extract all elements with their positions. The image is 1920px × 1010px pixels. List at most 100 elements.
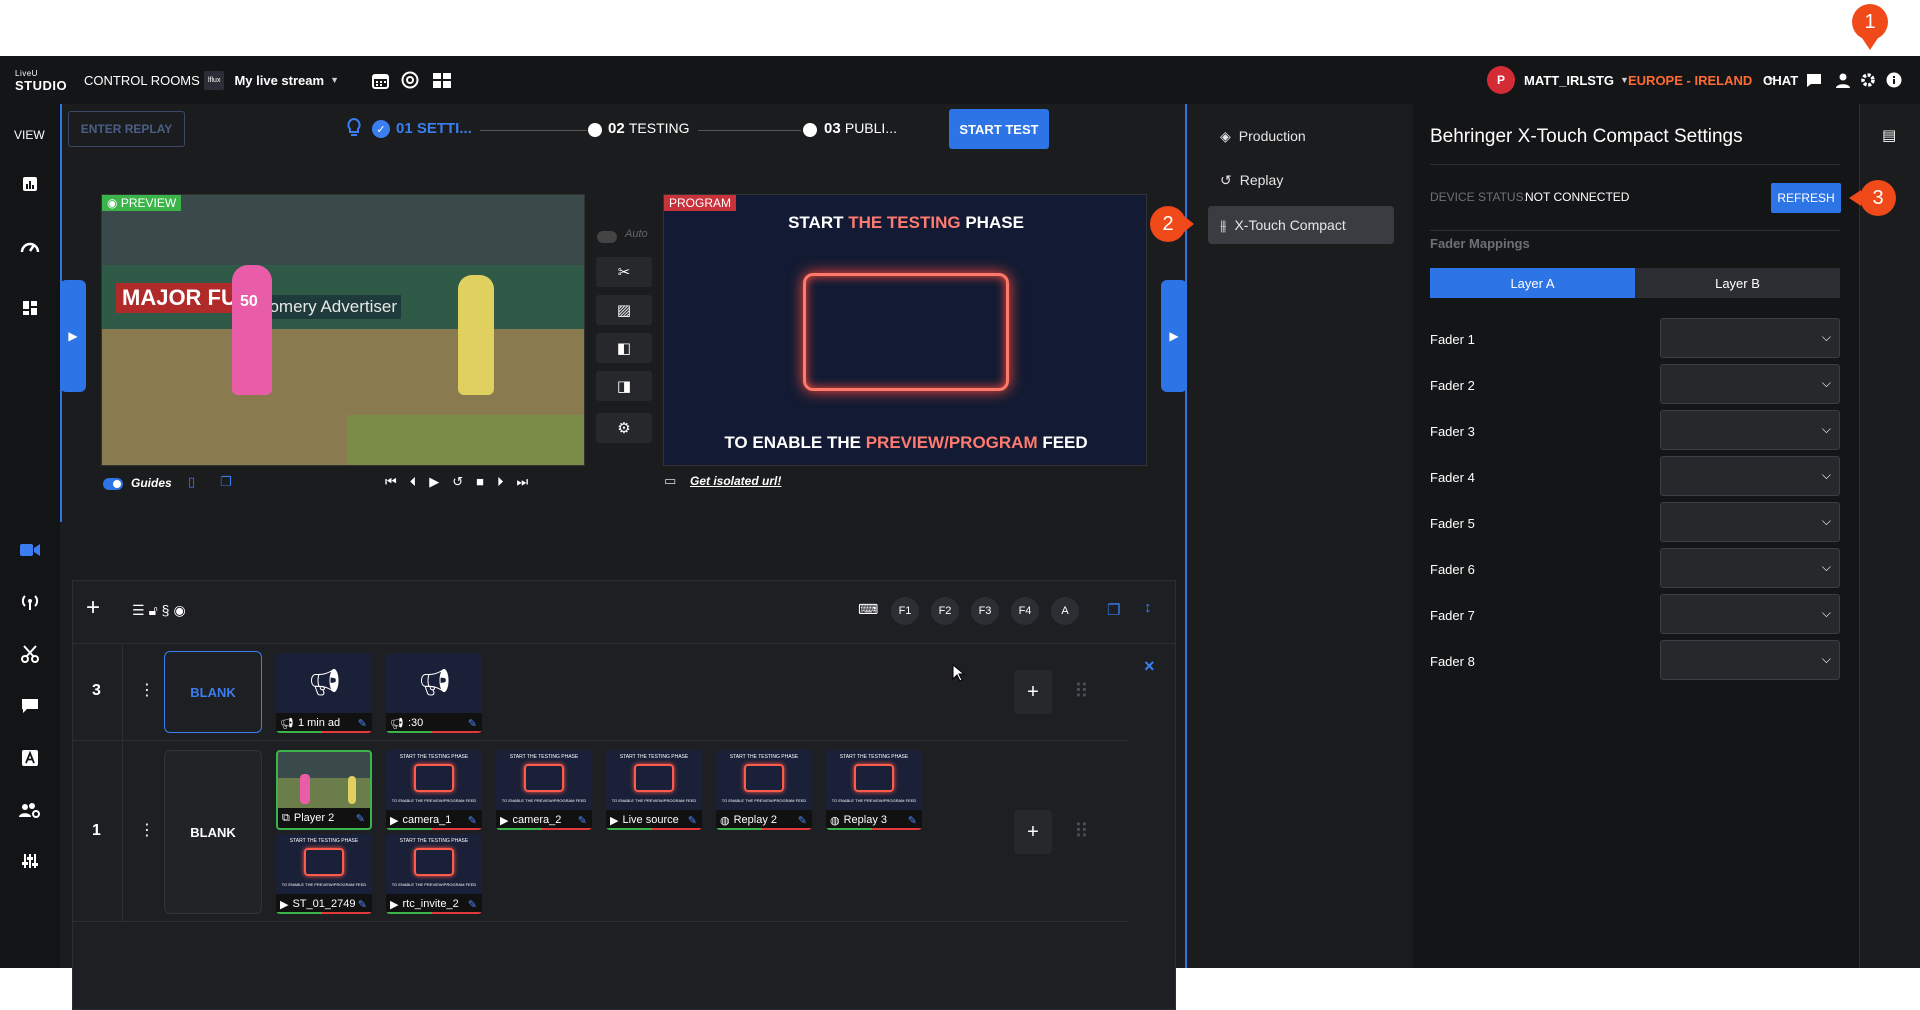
copy-icon[interactable]: ❐	[220, 474, 232, 490]
blank-tile[interactable]: BLANK	[164, 651, 262, 733]
nav-x-touch-compact[interactable]: ⫵ X-Touch Compact	[1208, 206, 1394, 244]
source-tile[interactable]: START THE TESTING PHASE TO ENABLE THE PRE…	[386, 750, 482, 830]
region-selector[interactable]: EUROPE - IRELAND ▼	[1628, 56, 1775, 104]
fkey-1[interactable]: F1	[891, 597, 919, 625]
fader-4-select[interactable]: ⌵	[1660, 456, 1840, 496]
edit-icon[interactable]: ✎	[798, 814, 807, 827]
edit-icon[interactable]: ✎	[468, 898, 477, 911]
drag-handle-icon[interactable]: ⠿	[1074, 679, 1089, 704]
fkey-2[interactable]: F2	[931, 597, 959, 625]
blank-tile[interactable]: BLANK	[164, 750, 262, 914]
gauge-icon[interactable]	[19, 235, 41, 257]
mobile-icon[interactable]: ▯	[188, 474, 195, 490]
stop-icon[interactable]: ■	[476, 474, 497, 489]
source-tile[interactable]: START THE TESTING PHASE TO ENABLE THE PRE…	[716, 750, 812, 830]
keyboard-icon[interactable]: ⌨	[858, 601, 878, 618]
replay-icon[interactable]: ↺	[452, 474, 476, 489]
fader-1-select[interactable]: ⌵	[1660, 318, 1840, 358]
row-menu-icon[interactable]: ⋮	[139, 680, 155, 700]
control-rooms-link[interactable]: CONTROL ROOMS	[84, 56, 200, 104]
source-tile[interactable]: START THE TESTING PHASE TO ENABLE THE PRE…	[276, 834, 372, 914]
close-icon[interactable]: ×	[1144, 656, 1155, 677]
edit-icon[interactable]: ✎	[356, 812, 365, 825]
skip-start-icon[interactable]: ⏮	[385, 474, 410, 489]
drag-handle-icon[interactable]: ⠿	[1074, 819, 1089, 844]
lifebuoy-icon[interactable]	[401, 56, 419, 104]
expand-left-tab[interactable]: ▶	[60, 280, 86, 392]
edit-icon[interactable]: ✎	[468, 717, 477, 730]
edit-icon[interactable]: ✎	[688, 814, 697, 827]
enter-replay-button[interactable]: ENTER REPLAY	[68, 111, 185, 147]
get-isolated-url-link[interactable]: Get isolated url!	[690, 474, 781, 488]
layout-icon[interactable]	[432, 56, 452, 104]
edit-icon[interactable]: ✎	[908, 814, 917, 827]
eye-icon[interactable]: ◉	[173, 602, 189, 618]
link-icon[interactable]: §	[162, 602, 174, 618]
dashboard-icon[interactable]	[19, 297, 41, 319]
cut-transition-button[interactable]: ✂	[596, 257, 652, 287]
fader-6-select[interactable]: ⌵	[1660, 548, 1840, 588]
auto-toggle[interactable]	[597, 231, 617, 243]
fkey-3[interactable]: F3	[971, 597, 999, 625]
liveu-studio-logo[interactable]: LiveU STUDIO	[15, 56, 67, 104]
add-source-button[interactable]: +	[1014, 670, 1052, 714]
edit-icon[interactable]: ✎	[358, 717, 367, 730]
add-icon[interactable]: +	[86, 594, 100, 622]
chat-bubble-icon[interactable]	[1806, 56, 1822, 104]
play-icon[interactable]: ▶	[429, 474, 452, 489]
add-source-button[interactable]: +	[1014, 810, 1052, 854]
user-icon[interactable]	[1836, 56, 1850, 104]
tab-layer-b[interactable]: Layer B	[1635, 268, 1840, 298]
fader-2-select[interactable]: ⌵	[1660, 364, 1840, 404]
layers-icon[interactable]: ❐	[1107, 601, 1120, 619]
skip-end-icon[interactable]: ⏭	[516, 474, 541, 489]
broadcast-icon[interactable]	[19, 591, 41, 613]
refresh-button[interactable]: REFRESH	[1771, 183, 1841, 213]
wipe-transition-button[interactable]: ▨	[596, 295, 652, 325]
transition-settings-button[interactable]: ⚙	[596, 413, 652, 443]
align-left-icon[interactable]: ☰	[132, 602, 149, 618]
users-gear-icon[interactable]	[19, 799, 41, 821]
step-2-testing[interactable]: 02 TESTING	[608, 120, 690, 137]
unlock-icon[interactable]: 🔓︎	[149, 602, 162, 618]
nav-replay[interactable]: ↺ Replay	[1208, 161, 1394, 199]
expand-right-tab[interactable]: ▶	[1161, 280, 1187, 392]
source-tile[interactable]: START THE TESTING PHASE TO ENABLE THE PRE…	[606, 750, 702, 830]
guides-toggle[interactable]	[103, 478, 123, 490]
nav-production[interactable]: ◈ Production	[1208, 117, 1394, 155]
step-3-publish[interactable]: 03 PUBLI...	[824, 120, 897, 137]
source-tile[interactable]: START THE TESTING PHASE TO ENABLE THE PRE…	[496, 750, 592, 830]
fkey-a[interactable]: A	[1051, 597, 1079, 625]
edit-icon[interactable]: ✎	[578, 814, 587, 827]
scissors-icon[interactable]	[19, 643, 41, 665]
source-tile-active[interactable]: ⧉ Player 2 ✎	[276, 750, 372, 830]
stats-icon[interactable]	[19, 173, 41, 195]
fader-5-select[interactable]: ⌵	[1660, 502, 1840, 542]
edit-icon[interactable]: ✎	[468, 814, 477, 827]
start-test-button[interactable]: START TEST	[949, 109, 1049, 149]
tab-layer-a[interactable]: Layer A	[1430, 268, 1635, 298]
fader-3-select[interactable]: ⌵	[1660, 410, 1840, 450]
chat-label[interactable]: CHAT	[1763, 56, 1798, 104]
source-tile[interactable]: START THE TESTING PHASE TO ENABLE THE PRE…	[386, 834, 482, 914]
source-tile[interactable]: 📢︎ 📢︎:30 ✎	[386, 653, 482, 733]
source-tile[interactable]: 📢︎ 📢︎ 1 min ad ✎	[276, 653, 372, 733]
step-1-settings[interactable]: 01 SETTI...	[396, 120, 472, 137]
expand-vertical-icon[interactable]: ↕	[1144, 599, 1152, 616]
user-menu[interactable]: P MATT_IRLSTG ▼	[1487, 56, 1629, 104]
playback-controls[interactable]: ⏮⏴▶↺■⏵⏭	[385, 474, 541, 490]
step-back-icon[interactable]: ⏴	[410, 474, 430, 489]
comment-icon[interactable]	[19, 695, 41, 717]
source-tile[interactable]: START THE TESTING PHASE TO ENABLE THE PRE…	[826, 750, 922, 830]
mix-transition-button[interactable]: ◨	[596, 371, 652, 401]
calendar-icon[interactable]	[372, 56, 389, 104]
edit-icon[interactable]: ✎	[358, 898, 367, 911]
step-forward-icon[interactable]: ⏵	[497, 474, 517, 489]
row-menu-icon[interactable]: ⋮	[139, 820, 155, 840]
preview-monitor[interactable]: MAJOR FUN gomery Advertiser 50 ◉ PREVIEW	[101, 194, 585, 466]
panel-toggle-icon[interactable]: ▤	[1882, 126, 1896, 144]
gear-icon[interactable]	[1860, 56, 1876, 104]
fkey-4[interactable]: F4	[1011, 597, 1039, 625]
info-icon[interactable]	[1886, 56, 1902, 104]
stream-selector[interactable]: lflux My live stream ▼	[204, 56, 339, 104]
